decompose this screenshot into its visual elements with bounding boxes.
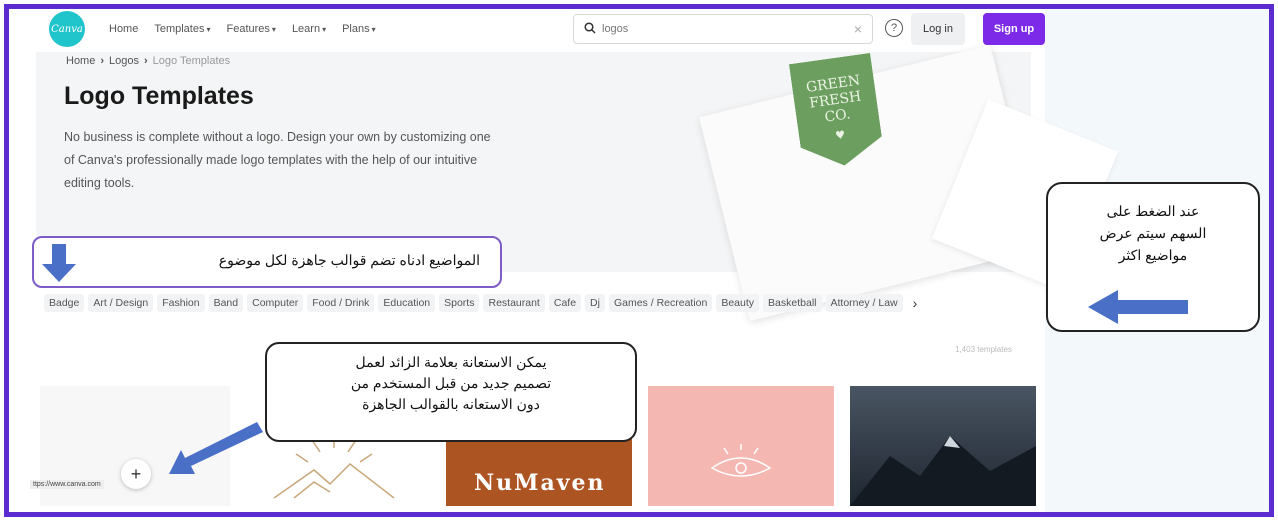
nav-templates[interactable]: Templates ▾ xyxy=(154,23,210,35)
chevron-down-icon: ▾ xyxy=(322,25,327,34)
category-dj[interactable]: Dj xyxy=(585,294,605,312)
category-attorney-law[interactable]: Attorney / Law xyxy=(825,294,903,312)
arrow-left-icon xyxy=(1088,290,1188,324)
template-tile-pink-eye[interactable] xyxy=(648,386,834,506)
category-bar: Badge Art / Design Fashion Band Computer… xyxy=(44,294,1039,312)
category-cafe[interactable]: Cafe xyxy=(548,294,582,312)
category-games-recreation[interactable]: Games / Recreation xyxy=(608,294,713,312)
template-tile-dark-mountain[interactable] xyxy=(850,386,1036,506)
eye-logo-icon xyxy=(710,444,772,477)
numaven-text: NuMaven xyxy=(474,470,606,496)
nav-plans[interactable]: Plans ▾ xyxy=(342,23,376,35)
annotation-topics: المواضيع ادناه تضم قوالب جاهزة لكل موضوع xyxy=(32,236,502,288)
create-blank-plus-button[interactable]: + xyxy=(121,459,151,489)
breadcrumb-home[interactable]: Home xyxy=(66,55,95,67)
chevron-right-icon[interactable]: › xyxy=(913,295,918,311)
category-art-design[interactable]: Art / Design xyxy=(88,294,154,312)
page-description: No business is complete without a logo. … xyxy=(64,130,491,190)
breadcrumb: Home › Logos › Logo Templates xyxy=(66,55,230,67)
annotation-arrow: عند الضغط على السهم سيتم عرض مواضيع اكثر xyxy=(1046,182,1260,332)
category-restaurant[interactable]: Restaurant xyxy=(483,294,545,312)
annotation-plus-line3: دون الاستعانه بالقوالب الجاهزة xyxy=(362,396,540,412)
page-title: Logo Templates xyxy=(64,82,254,110)
annotation-plus-line2: تصميم جديد من قبل المستخدم من xyxy=(350,375,552,391)
breadcrumb-logos[interactable]: Logos xyxy=(109,55,139,67)
template-count: 1,403 templates xyxy=(955,345,1012,354)
category-badge[interactable]: Badge xyxy=(44,294,85,312)
top-navbar: Canva Home Templates ▾ Features ▾ Learn ▾ P… xyxy=(45,9,1045,49)
dark-mountain-image xyxy=(850,436,1036,506)
arrow-down-icon xyxy=(42,244,76,282)
breadcrumb-current: Logo Templates xyxy=(152,55,231,67)
clear-search-icon[interactable]: × xyxy=(854,21,862,37)
search-value: logos xyxy=(602,23,629,35)
hero-tag-text: GREEN FRESH CO. xyxy=(805,72,863,126)
annotation-arrow-line1: عند الضغط على xyxy=(1106,203,1200,219)
nav-learn[interactable]: Learn ▾ xyxy=(292,23,326,35)
login-button[interactable]: Log in xyxy=(911,13,965,45)
nav-home[interactable]: Home xyxy=(109,23,138,35)
canva-logo[interactable]: Canva xyxy=(49,11,85,47)
chevron-down-icon: ▾ xyxy=(371,25,376,34)
main-nav: Home Templates ▾ Features ▾ Learn ▾ Plans ▾ xyxy=(109,23,376,35)
status-url: ttps://www.canva.com xyxy=(30,480,104,489)
category-basketball[interactable]: Basketball xyxy=(763,294,822,312)
search-icon xyxy=(584,21,596,37)
nav-features[interactable]: Features ▾ xyxy=(227,23,276,35)
chevron-down-icon: ▾ xyxy=(206,25,211,34)
arrow-diagonal-icon xyxy=(169,422,263,474)
category-band[interactable]: Band xyxy=(208,294,244,312)
annotation-arrow-line2: السهم سيتم عرض xyxy=(1099,225,1207,241)
category-sports[interactable]: Sports xyxy=(439,294,480,312)
annotation-arrow-line3: مواضيع اكثر xyxy=(1118,247,1188,263)
annotation-plus: يمكن الاستعانة بعلامة الزائد لعمل تصميم … xyxy=(265,342,637,442)
chevron-right-icon: › xyxy=(144,55,148,67)
signup-button[interactable]: Sign up xyxy=(983,13,1045,45)
chevron-down-icon: ▾ xyxy=(271,25,276,34)
heart-icon: ♥ xyxy=(834,128,847,143)
category-food-drink[interactable]: Food / Drink xyxy=(307,294,375,312)
category-computer[interactable]: Computer xyxy=(247,294,304,312)
annotation-topics-text: المواضيع ادناه تضم قوالب جاهزة لكل موضوع xyxy=(218,252,480,268)
search-input[interactable]: logos × xyxy=(573,14,873,44)
annotation-plus-line1: يمكن الاستعانة بعلامة الزائد لعمل xyxy=(355,354,547,370)
help-icon[interactable]: ? xyxy=(885,19,903,37)
category-fashion[interactable]: Fashion xyxy=(157,294,205,312)
chevron-right-icon: › xyxy=(100,55,105,67)
category-education[interactable]: Education xyxy=(378,294,436,312)
category-beauty[interactable]: Beauty xyxy=(716,294,760,312)
